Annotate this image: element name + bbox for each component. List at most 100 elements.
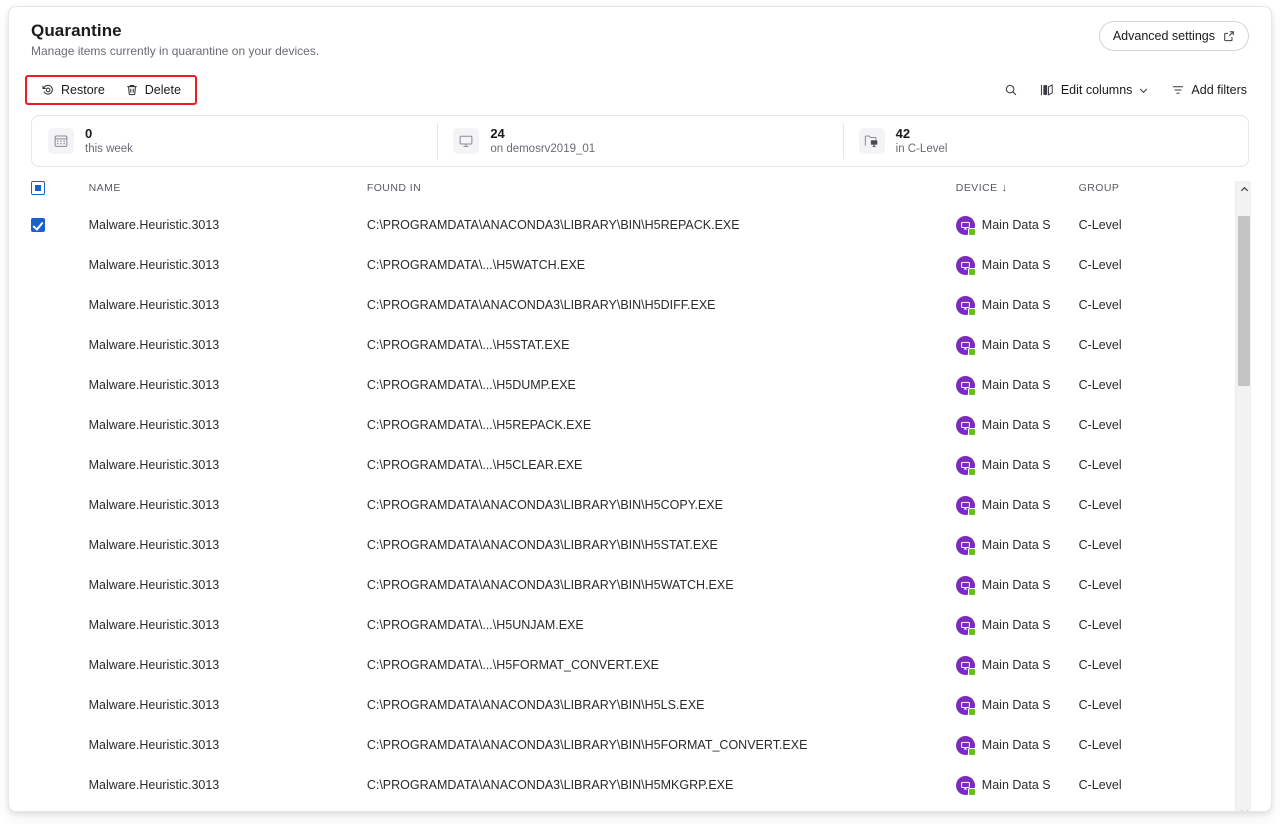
status-badge [967,307,976,316]
cell-device: Main Data S [955,325,1079,365]
table-row[interactable]: Malware.Heuristic.3013 C:\PROGRAMDATA\ANA… [31,725,1229,765]
cell-found-in: C:\PROGRAMDATA\ANACONDA3\LIBRARY\BIN\H5R… [366,218,740,232]
status-badge [967,587,976,596]
table-row[interactable]: Malware.Heuristic.3013 C:\PROGRAMDATA\...… [31,445,1229,485]
page-title: Quarantine [31,21,122,40]
cell-found-in: C:\PROGRAMDATA\...\H5REPACK.EXE [366,418,592,432]
table-row[interactable]: Malware.Heuristic.3013 C:\PROGRAMDATA\ANA… [31,685,1229,725]
advanced-settings-label: Advanced settings [1112,29,1215,43]
cell-device-label: Main Data S [981,338,1051,352]
cell-group: C-Level [1078,418,1122,432]
row-checkbox[interactable] [31,338,45,352]
cell-group: C-Level [1078,258,1122,272]
row-checkbox[interactable] [31,298,45,312]
scroll-down-button[interactable] [1236,804,1252,811]
table-row[interactable]: Malware.Heuristic.3013 C:\PROGRAMDATA\ANA… [31,765,1229,805]
cell-name: Malware.Heuristic.3013 [88,778,220,792]
row-checkbox[interactable] [31,658,45,672]
select-all-cell [31,181,89,205]
cell-device-label: Main Data S [981,498,1051,512]
row-checkbox[interactable] [31,458,45,472]
cell-group: C-Level [1078,778,1122,792]
delete-button[interactable]: Delete [117,80,189,100]
cell-group: C-Level [1078,298,1122,312]
row-checkbox[interactable] [31,618,45,632]
row-checkbox[interactable] [31,218,45,233]
column-header-name[interactable]: NAME [89,181,367,205]
cell-device: Main Data S [955,645,1079,685]
avatar [955,655,976,676]
row-checkbox[interactable] [31,738,45,752]
table-row[interactable]: Malware.Heuristic.3013 C:\PROGRAMDATA\ANA… [31,565,1229,605]
table-row[interactable]: Malware.Heuristic.3013 C:\PROGRAMDATA\ANA… [31,285,1229,325]
add-filters-button[interactable]: Add filters [1169,79,1249,101]
row-checkbox[interactable] [31,578,45,592]
row-checkbox[interactable] [31,498,45,512]
status-badge [967,547,976,556]
avatar [955,415,976,436]
cell-found-in: C:\PROGRAMDATA\...\H5FORMAT_CONVERT.EXE [366,658,659,672]
avatar [955,215,976,236]
select-all-checkbox[interactable] [31,181,45,195]
edit-columns-button[interactable]: Edit columns [1038,79,1152,101]
cell-found-in: C:\PROGRAMDATA\ANACONDA3\LIBRARY\BIN\H5D… [366,298,716,312]
table-row[interactable]: Malware.Heuristic.3013 C:\PROGRAMDATA\...… [31,365,1229,405]
table-row[interactable]: Malware.Heuristic.3013 C:\PROGRAMDATA\...… [31,405,1229,445]
status-badge [967,347,976,356]
restore-button[interactable]: Restore [33,80,113,100]
row-select-cell [31,445,89,485]
cell-found-in: C:\PROGRAMDATA\...\H5WATCH.EXE [366,258,586,272]
row-checkbox[interactable] [31,378,45,392]
row-select-cell [31,765,89,805]
scroll-up-button[interactable] [1236,181,1252,198]
cell-group: C-Level [1078,698,1122,712]
row-checkbox[interactable] [31,258,45,272]
row-select-cell [31,365,89,405]
cell-group: C-Level [1078,218,1122,232]
stat-card-group[interactable]: 42 in C-Level [842,116,1248,166]
table-row[interactable]: Malware.Heuristic.3013 C:\PROGRAMDATA\ANA… [31,485,1229,525]
stat-label: in C-Level [895,142,948,155]
stat-card-device[interactable]: 24 on demosrv2019_01 [437,116,842,166]
quarantine-table: NAME FOUND IN DEVICE ↓ GROUP Malware.Heur… [31,181,1229,805]
stat-card-this-week[interactable]: 0 this week [32,116,437,166]
column-header-found-in[interactable]: FOUND IN [367,181,956,205]
column-header-group[interactable]: GROUP [1079,181,1229,205]
cell-device-label: Main Data S [981,538,1051,552]
cell-found-in: C:\PROGRAMDATA\...\H5STAT.EXE [366,338,570,352]
row-checkbox[interactable] [31,778,45,792]
cell-group: C-Level [1078,498,1122,512]
table-body: Malware.Heuristic.3013 C:\PROGRAMDATA\ANA… [31,205,1229,805]
summary-stats: 0 this week 24 on demosrv2019_01 42 in C… [31,115,1249,167]
cell-found-in: C:\PROGRAMDATA\...\H5UNJAM.EXE [366,618,584,632]
row-checkbox[interactable] [31,418,45,432]
cell-device-label: Main Data S [981,578,1051,592]
cell-device: Main Data S [955,685,1079,725]
table-row[interactable]: Malware.Heuristic.3013 C:\PROGRAMDATA\ANA… [31,525,1229,565]
advanced-settings-button[interactable]: Advanced settings [1098,21,1249,51]
cell-group: C-Level [1078,338,1122,352]
row-select-cell [31,205,89,245]
avatar [955,535,976,556]
table-row[interactable]: Malware.Heuristic.3013 C:\PROGRAMDATA\...… [31,245,1229,285]
row-checkbox[interactable] [31,698,45,712]
status-badge [967,667,976,676]
cell-name: Malware.Heuristic.3013 [88,618,220,632]
table-row[interactable]: Malware.Heuristic.3013 C:\PROGRAMDATA\ANA… [31,205,1229,245]
cell-name: Malware.Heuristic.3013 [88,578,220,592]
folder-device-icon [858,128,885,154]
cell-name: Malware.Heuristic.3013 [88,338,220,352]
table-row[interactable]: Malware.Heuristic.3013 C:\PROGRAMDATA\...… [31,605,1229,645]
scrollbar-thumb[interactable] [1238,216,1250,386]
status-badge [967,787,976,796]
table-row[interactable]: Malware.Heuristic.3013 C:\PROGRAMDATA\...… [31,645,1229,685]
chevron-down-icon [1138,85,1149,96]
column-header-device[interactable]: DEVICE ↓ [956,181,1079,205]
table-row[interactable]: Malware.Heuristic.3013 C:\PROGRAMDATA\...… [31,325,1229,365]
row-select-cell [31,245,89,285]
table-header-row: NAME FOUND IN DEVICE ↓ GROUP [31,181,1229,205]
cell-device: Main Data S [955,605,1079,645]
row-checkbox[interactable] [31,538,45,552]
search-button[interactable] [1002,79,1020,101]
table-scrollbar[interactable] [1235,181,1252,811]
